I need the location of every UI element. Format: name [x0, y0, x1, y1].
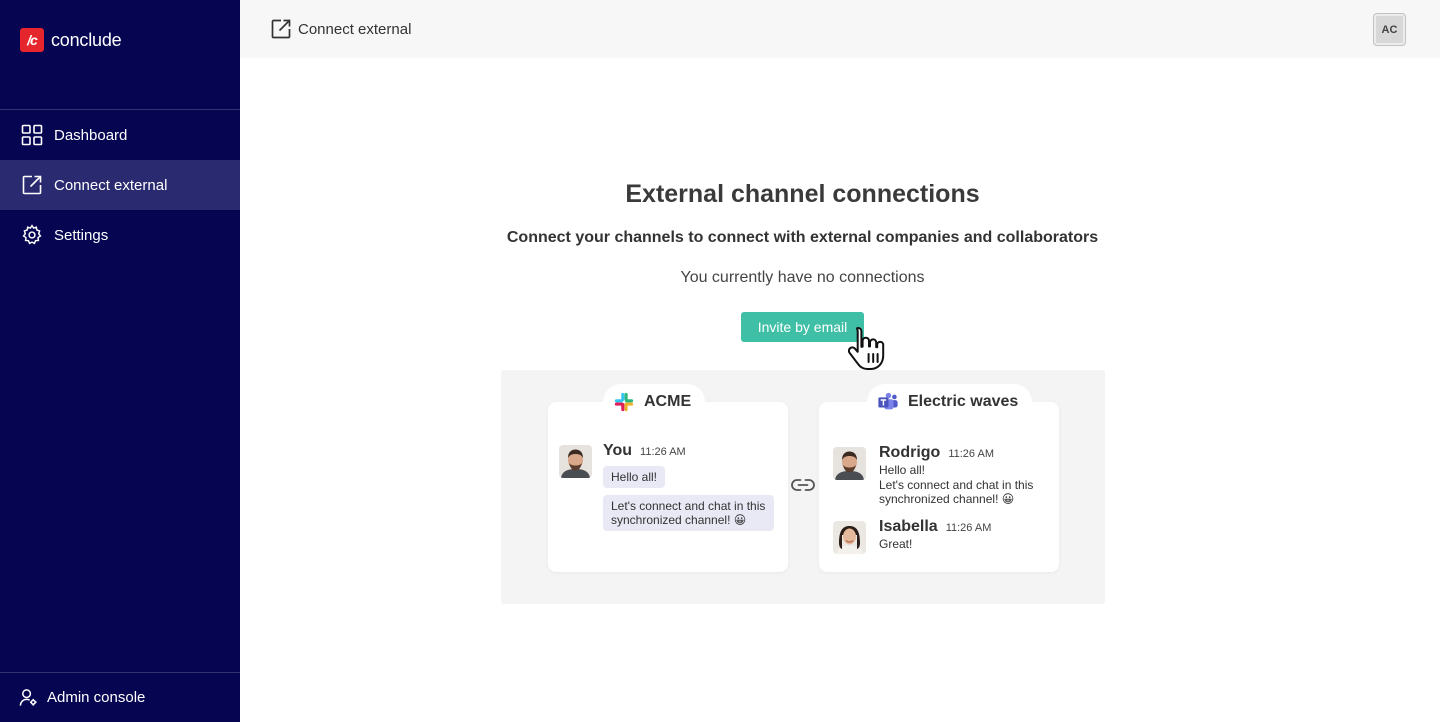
sidebar-nav: Dashboard Connect external Settings [0, 110, 240, 260]
message-text: Hello all! [879, 463, 926, 477]
electric-waves-channel-card: Electric waves Rodrigo 11:26 AM Hello al… [819, 384, 1059, 572]
message-time: 11:26 AM [640, 446, 686, 458]
message-time: 11:26 AM [945, 522, 992, 534]
message-header: Isabella 11:26 AM [879, 518, 991, 536]
avatar [833, 521, 866, 554]
sidebar-item-connect-external[interactable]: Connect external [0, 160, 240, 210]
sidebar-item-label: Connect external [54, 176, 168, 194]
external-link-icon [271, 19, 291, 39]
message-header: You 11:26 AM [603, 442, 686, 460]
message-bubble: Let's connect and chat in this synchroni… [603, 495, 774, 531]
teams-icon [878, 392, 898, 410]
grid-icon [21, 124, 43, 146]
message-text: Let's connect and chat in this [879, 478, 1034, 492]
brand-name: conclude [51, 29, 122, 50]
avatar [559, 445, 592, 478]
slack-icon [614, 392, 634, 412]
message-header: Rodrigo 11:26 AM [879, 444, 994, 462]
workspace-name: ACME [644, 393, 692, 410]
workspace-name: Electric waves [908, 393, 1019, 410]
avatar [833, 447, 866, 480]
gear-icon [22, 224, 42, 245]
sidebar-item-settings[interactable]: Settings [0, 210, 240, 260]
message-bubble: Hello all! [603, 466, 666, 488]
sidebar-item-label: Settings [54, 226, 109, 244]
workspace-pill-electric-waves: Electric waves [867, 384, 1033, 420]
user-avatar-button[interactable]: AC [1373, 13, 1406, 46]
sidebar: /c conclude Dashboard Connect external S… [0, 0, 240, 722]
sidebar-item-dashboard[interactable]: Dashboard [0, 110, 240, 160]
admin-user-icon [19, 689, 37, 706]
message-text: Great! [879, 537, 913, 551]
hand-pointer-cursor-icon [847, 327, 885, 370]
workspace-pill-acme: ACME [603, 384, 706, 420]
main-content: External channel connections Connect you… [240, 58, 1440, 722]
sidebar-item-label: Dashboard [54, 126, 128, 144]
message-author: You [603, 442, 633, 459]
page-title-text: Connect external [298, 20, 412, 38]
message-text: synchronized channel! 😀 [879, 492, 1015, 506]
message-time: 11:26 AM [948, 448, 994, 460]
connection-illustration: ACME You 11:26 AM Hello all! Let's conne… [501, 370, 1105, 604]
top-header: Connect external AC [240, 0, 1440, 58]
admin-console-link[interactable]: Admin console [0, 673, 240, 722]
chain-link-icon [791, 479, 815, 491]
admin-console-label: Admin console [47, 689, 146, 706]
message-author: Isabella [879, 518, 938, 535]
message-author: Rodrigo [879, 444, 941, 461]
external-link-icon [22, 175, 42, 195]
section-subtitle: Connect your channels to connect with ex… [506, 229, 1099, 246]
acme-channel-card: ACME You 11:26 AM Hello all! Let's conne… [548, 384, 788, 572]
empty-state-text: You currently have no connections [680, 269, 925, 286]
section-title: External channel connections [625, 180, 980, 208]
brand-logo[interactable]: /c conclude [20, 28, 122, 52]
conclude-logo-icon: /c [20, 28, 44, 52]
page-title: Connect external [270, 18, 411, 40]
